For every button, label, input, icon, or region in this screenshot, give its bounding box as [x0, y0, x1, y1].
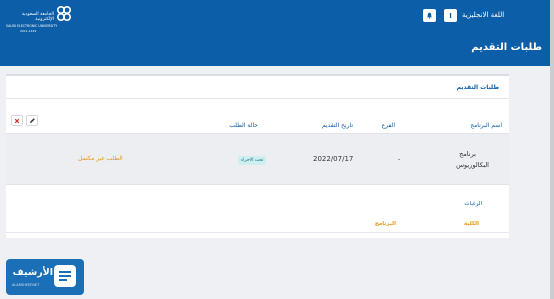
- close-icon: [14, 118, 20, 123]
- language-button[interactable]: I: [444, 9, 457, 22]
- scrollbar[interactable]: [550, 0, 554, 299]
- card-divider: [6, 98, 509, 99]
- edit-button[interactable]: [26, 115, 38, 126]
- column-header-branch: الفرع: [381, 122, 395, 129]
- incomplete-application-note: الطلب غير مكتمل: [78, 155, 123, 162]
- program-name-line1: برنامج: [459, 150, 476, 158]
- application-date: 2022/07/17: [313, 155, 354, 163]
- top-header: الجامعة السعودية الإلكترونية SAUDI ELECT…: [0, 0, 554, 66]
- table-row: برنامج البكالوريوس - 2022/07/17 تحت الاج…: [6, 133, 509, 185]
- delete-button[interactable]: [11, 115, 23, 126]
- preferences-program-header: البرنامج: [374, 221, 396, 227]
- university-logo[interactable]: الجامعة السعودية الإلكترونية SAUDI ELECT…: [6, 4, 76, 42]
- pencil-icon: [29, 118, 35, 123]
- watermark-url: ALARSHEEF.NET: [12, 283, 40, 287]
- preferences-title: الرغبات: [464, 201, 482, 207]
- language-switch-link[interactable]: اللغة الانجليزية: [462, 11, 504, 19]
- column-header-program: اسم البرنامج: [470, 122, 502, 129]
- status-badge: تحت الاجراء: [238, 156, 267, 165]
- column-header-status: حالة الطلب: [229, 122, 258, 129]
- preferences-divider: [6, 232, 509, 233]
- notifications-button[interactable]: [423, 9, 436, 22]
- bell-icon: [427, 12, 432, 19]
- preferences-college-header: الكلية: [464, 221, 479, 227]
- logo-est-text: 2011-1432: [20, 29, 37, 33]
- university-logo-icon: [56, 5, 72, 22]
- watermark-text: الأرشيف: [12, 267, 53, 278]
- page-title: طلبات التقديم: [471, 42, 542, 53]
- applications-card: طلبات التقديم اسم البرنامج الفرع تاريخ ا…: [6, 74, 509, 238]
- document-icon: [54, 265, 76, 287]
- watermark-logo: الأرشيف ALARSHEEF.NET: [6, 259, 84, 295]
- logo-english-text: SAUDI ELECTRONIC UNIVERSITY: [6, 24, 58, 28]
- program-name-line2: البكالوريوس: [456, 161, 489, 169]
- card-title: طلبات التقديم: [456, 84, 499, 91]
- logo-arabic-text: الجامعة السعودية الإلكترونية: [21, 12, 54, 22]
- branch-value: -: [398, 155, 401, 163]
- column-header-date: تاريخ التقديم: [322, 122, 353, 129]
